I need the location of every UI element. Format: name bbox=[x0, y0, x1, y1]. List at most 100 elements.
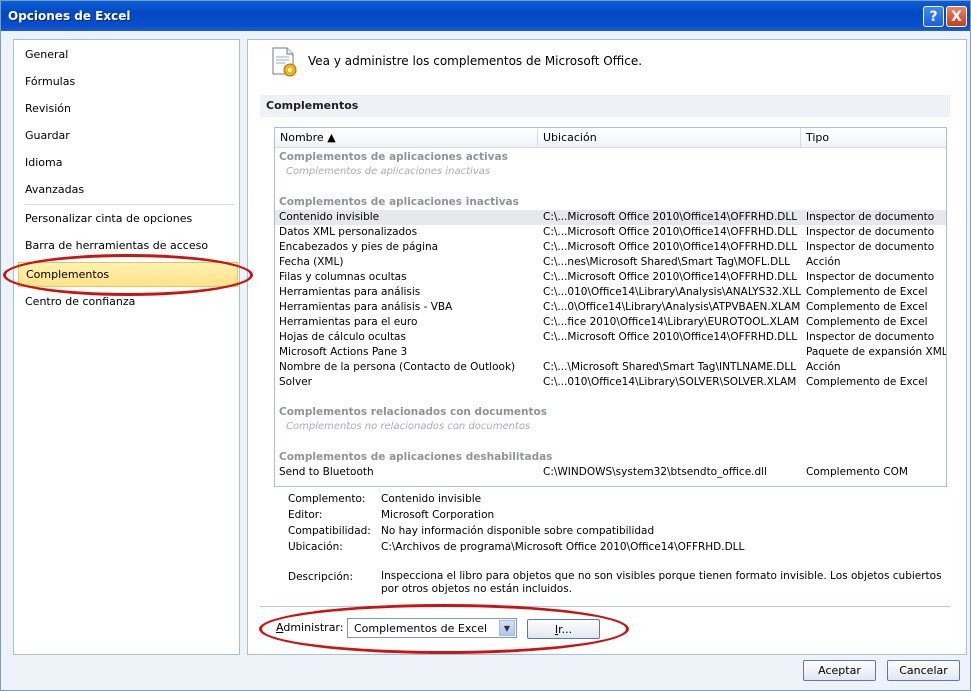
row-name: Send to Bluetooth bbox=[279, 466, 374, 478]
help-button[interactable]: ? bbox=[923, 6, 944, 27]
addins-pane: Vea y administre los complementos de Mic… bbox=[247, 39, 967, 655]
ok-button[interactable]: Aceptar bbox=[803, 660, 876, 681]
list-item[interactable]: Fecha (XML) C:\...nes\Microsoft Shared\S… bbox=[275, 255, 946, 270]
row-name: Hojas de cálculo ocultas bbox=[279, 331, 406, 343]
row-type: Inspector de documento bbox=[806, 211, 935, 223]
list-item[interactable]: Herramientas para análisis - VBA C:\...0… bbox=[275, 300, 946, 315]
nav-item-addins[interactable]: Complementos bbox=[18, 262, 238, 287]
row-location: C:\...\Microsoft Shared\Smart Tag\INTLNA… bbox=[543, 361, 797, 373]
row-location: C:\...Microsoft Office 2010\Office14\OFF… bbox=[543, 226, 798, 238]
row-name: Nombre de la persona (Contacto de Outloo… bbox=[279, 361, 516, 373]
group-label-inactive: Complementos de aplicaciones inactivas bbox=[279, 196, 519, 208]
column-header-location[interactable]: Ubicación bbox=[538, 128, 801, 148]
window-title: Opciones de Excel bbox=[8, 9, 131, 23]
list-item[interactable]: Hojas de cálculo ocultas C:\...Microsoft… bbox=[275, 330, 946, 345]
list-item[interactable]: Datos XML personalizados C:\...Microsoft… bbox=[275, 225, 946, 240]
list-item[interactable]: Nombre de la persona (Contacto de Outloo… bbox=[275, 360, 946, 375]
cancel-button[interactable]: Cancelar bbox=[887, 660, 960, 681]
addins-list[interactable]: Nombre ▲ Ubicación Tipo Complementos de … bbox=[274, 127, 947, 487]
detail-value: Microsoft Corporation bbox=[381, 509, 495, 521]
list-item[interactable]: Send to Bluetooth C:\WINDOWS\system32\bt… bbox=[275, 465, 946, 480]
row-name: Microsoft Actions Pane 3 bbox=[279, 346, 408, 358]
row-location: C:\...fice 2010\Office14\Library\EUROTOO… bbox=[543, 316, 800, 328]
close-button[interactable]: X bbox=[946, 6, 967, 27]
nav-item-save[interactable]: Guardar bbox=[14, 125, 239, 147]
list-item[interactable]: Filas y columnas ocultas C:\...Microsoft… bbox=[275, 270, 946, 285]
nav-item-label: Avanzadas bbox=[25, 183, 85, 196]
row-name: Datos XML personalizados bbox=[279, 226, 418, 238]
row-type: Complemento de Excel bbox=[806, 376, 928, 388]
list-item[interactable]: Solver C:\...010\Office14\Library\SOLVER… bbox=[275, 375, 946, 390]
nav-item-label: Complementos bbox=[26, 268, 110, 281]
row-type: Complemento de Excel bbox=[806, 286, 928, 298]
chevron-down-icon[interactable]: ▼ bbox=[499, 620, 515, 636]
addins-page-icon bbox=[272, 47, 297, 77]
row-location: C:\...Microsoft Office 2010\Office14\OFF… bbox=[543, 241, 798, 253]
detail-label: Ubicación: bbox=[288, 541, 343, 553]
row-location: C:\...010\Office14\Library\Analysis\ANAL… bbox=[543, 286, 801, 298]
row-location: C:\...Microsoft Office 2010\Office14\OFF… bbox=[543, 331, 798, 343]
manage-label: Administrar: bbox=[276, 621, 343, 634]
nav-item-label: General bbox=[25, 48, 69, 61]
nav-item-revision[interactable]: Revisión bbox=[14, 98, 239, 120]
row-name: Fecha (XML) bbox=[279, 256, 344, 268]
nav-item-advanced[interactable]: Avanzadas bbox=[14, 179, 239, 201]
row-location: C:\...nes\Microsoft Shared\Smart Tag\MOF… bbox=[543, 256, 790, 268]
manage-select[interactable]: Complementos de Excel ▼ bbox=[347, 618, 517, 638]
row-name: Herramientas para análisis - VBA bbox=[279, 301, 453, 313]
manage-label-text: dministrar: bbox=[283, 621, 344, 634]
detail-value: Contenido invisible bbox=[381, 493, 482, 505]
section-title: Complementos bbox=[260, 95, 950, 117]
column-header-type[interactable]: Tipo bbox=[801, 128, 946, 148]
page-heading: Vea y administre los complementos de Mic… bbox=[308, 54, 643, 68]
row-name: Filas y columnas ocultas bbox=[279, 271, 407, 283]
list-item[interactable]: Herramientas para el euro C:\...fice 201… bbox=[275, 315, 946, 330]
row-type: Acción bbox=[806, 361, 841, 373]
nav-item-label: Fórmulas bbox=[25, 75, 76, 88]
group-label-documents: Complementos relacionados con documentos bbox=[279, 406, 548, 418]
row-type: Paquete de expansión XML bbox=[806, 346, 946, 358]
row-name: Encabezados y pies de página bbox=[279, 241, 439, 253]
go-button[interactable]: Ir... bbox=[527, 619, 600, 639]
row-location: C:\...Microsoft Office 2010\Office14\OFF… bbox=[543, 211, 798, 223]
row-type: Acción bbox=[806, 256, 841, 268]
nav-item-label: Guardar bbox=[25, 129, 70, 142]
row-location: C:\...Microsoft Office 2010\Office14\OFF… bbox=[543, 271, 798, 283]
nav-item-formulas[interactable]: Fórmulas bbox=[14, 71, 239, 93]
detail-value: Inspecciona el libro para objetos que no… bbox=[381, 570, 942, 595]
list-item[interactable]: Herramientas para análisis C:\...010\Off… bbox=[275, 285, 946, 300]
nav-item-trust-center[interactable]: Centro de confianza bbox=[14, 291, 239, 313]
row-type: Inspector de documento bbox=[806, 331, 935, 343]
detail-value: No hay información disponible sobre comp… bbox=[381, 525, 655, 537]
nav-item-language[interactable]: Idioma bbox=[14, 152, 239, 174]
row-name: Herramientas para análisis bbox=[279, 286, 421, 298]
row-location: C:\...0\Office14\Library\Analysis\ATPVBA… bbox=[543, 301, 801, 313]
row-name: Contenido invisible bbox=[279, 211, 380, 223]
detail-value: C:\Archivos de programa\Microsoft Office… bbox=[381, 541, 745, 553]
row-type: Complemento de Excel bbox=[806, 301, 928, 313]
detail-label: Complemento: bbox=[288, 493, 366, 505]
nav-item-label: Centro de confianza bbox=[25, 295, 136, 308]
row-type: Complemento COM bbox=[806, 466, 908, 478]
detail-label: Descripción: bbox=[288, 571, 353, 583]
title-bar[interactable]: Opciones de Excel ? X bbox=[1, 1, 970, 31]
help-icon: ? bbox=[929, 8, 938, 25]
detail-label: Compatibilidad: bbox=[288, 525, 371, 537]
list-header: Nombre ▲ Ubicación Tipo bbox=[275, 128, 946, 148]
footer-divider bbox=[260, 606, 950, 607]
row-name: Solver bbox=[279, 376, 312, 388]
nav-item-label: Personalizar cinta de opciones bbox=[25, 212, 193, 225]
group-label-active: Complementos de aplicaciones activas bbox=[279, 151, 508, 163]
nav-item-customize-ribbon[interactable]: Personalizar cinta de opciones bbox=[14, 208, 239, 230]
excel-options-dialog: Opciones de Excel ? X General Fórmulas R… bbox=[0, 0, 971, 691]
options-nav: General Fórmulas Revisión Guardar Idioma… bbox=[13, 39, 240, 655]
list-item[interactable]: Microsoft Actions Pane 3 Paquete de expa… bbox=[275, 345, 946, 360]
nav-item-general[interactable]: General bbox=[14, 44, 239, 66]
list-item[interactable]: Encabezados y pies de página C:\...Micro… bbox=[275, 240, 946, 255]
nav-item-quick-access-toolbar[interactable]: Barra de herramientas de acceso rápido bbox=[14, 235, 239, 274]
list-item[interactable]: Contenido invisible C:\...Microsoft Offi… bbox=[275, 210, 946, 225]
row-type: Inspector de documento bbox=[806, 241, 935, 253]
row-location: C:\WINDOWS\system32\btsendto_office.dll bbox=[543, 466, 768, 478]
column-header-name[interactable]: Nombre ▲ bbox=[275, 128, 538, 148]
group-empty-documents: Complementos no relacionados con documen… bbox=[286, 421, 531, 432]
